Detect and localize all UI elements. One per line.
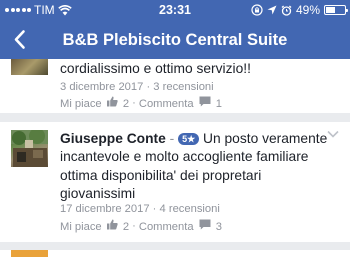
review-card: cordialissimo e ottimo servizio!! 3 dice… [0, 59, 350, 113]
thumbs-up-icon [106, 219, 118, 230]
battery-icon [324, 5, 348, 15]
review-meta: 17 dicembre 2017 · 4 recensioni [60, 203, 220, 215]
reviewer-avatar[interactable] [11, 130, 48, 167]
review-date[interactable]: 17 dicembre 2017 [60, 203, 150, 215]
status-bar: TIM 23:31 49% [0, 0, 350, 20]
review-text-line: incantevole e molto accogliente familiar… [60, 149, 309, 165]
comment-count: 3 [215, 221, 223, 233]
like-count: 2 [122, 98, 130, 110]
review-date[interactable]: 3 dicembre 2017 [60, 81, 143, 93]
comment-icon [199, 219, 211, 230]
battery-percentage: 49% [295, 3, 320, 17]
comment-count: 1 [215, 98, 223, 110]
comment-icon [199, 96, 211, 107]
rating-badge: 5★ [178, 133, 200, 145]
comment-button[interactable]: Commenta 1 [139, 96, 222, 110]
reviewer-avatar[interactable] [11, 59, 48, 75]
review-text: Giuseppe Conte - 5★ Un posto veramente i… [60, 130, 335, 203]
top-navigation-bar: TIM 23:31 49% B&B Plebiscito Central Sui… [0, 0, 350, 59]
review-actions: Mi piace 2 · Commenta 1 [60, 96, 223, 110]
thumbs-up-icon [106, 96, 118, 107]
review-count[interactable]: 4 recensioni [160, 203, 220, 215]
location-arrow-icon [267, 5, 277, 15]
alarm-clock-icon [281, 5, 292, 16]
review-text: cordialissimo e ottimo servizio!! [60, 61, 251, 76]
review-card [0, 250, 350, 257]
review-card: Giuseppe Conte - 5★ Un posto veramente i… [0, 122, 350, 242]
review-text-line: Un posto veramente [203, 131, 328, 146]
review-text-line: giovanissimi [60, 185, 136, 201]
review-meta: 3 dicembre 2017 · 3 recensioni [60, 81, 214, 93]
like-button[interactable]: Mi piace 2 [60, 219, 129, 233]
avatar-photo [11, 130, 48, 167]
page-title: B&B Plebiscito Central Suite [62, 31, 288, 49]
orientation-lock-icon [251, 4, 263, 16]
like-button[interactable]: Mi piace 2 [60, 96, 129, 110]
reviewer-name[interactable]: Giuseppe Conte [60, 131, 166, 146]
comment-button[interactable]: Commenta 3 [139, 219, 222, 233]
review-count[interactable]: 3 recensioni [153, 81, 213, 93]
reviewer-avatar[interactable] [11, 250, 48, 257]
review-text-line: ottima disponibilita' dei propretari [60, 167, 262, 183]
review-actions: Mi piace 2 · Commenta 3 [60, 219, 223, 233]
like-count: 2 [122, 221, 130, 233]
